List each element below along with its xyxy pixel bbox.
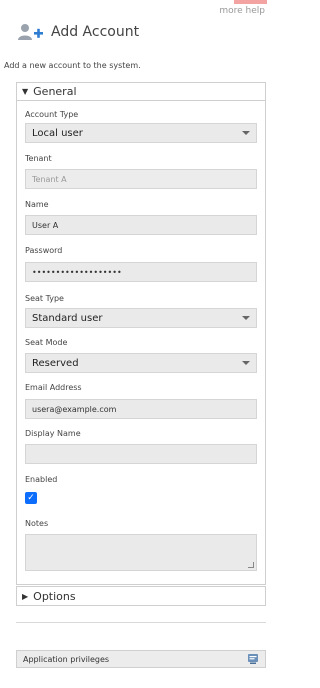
seat-type-label: Seat Type	[25, 294, 64, 303]
options-section-title: Options	[33, 589, 76, 603]
top-accent-bar	[234, 0, 267, 4]
general-section: ▼ General Account Type Local user Tenant…	[16, 82, 266, 585]
page-subtitle: Add a new account to the system.	[4, 61, 141, 70]
seat-mode-label: Seat Mode	[25, 338, 68, 347]
email-input[interactable]: usera@example.com	[25, 399, 257, 419]
seat-mode-value: Reserved	[32, 357, 79, 369]
general-section-title: General	[33, 85, 77, 98]
privileges-icon	[247, 653, 259, 665]
display-name-label: Display Name	[25, 429, 81, 438]
password-label: Password	[25, 246, 63, 255]
account-type-value: Local user	[32, 127, 83, 139]
enabled-label: Enabled	[25, 475, 58, 484]
page-title: Add Account	[51, 24, 140, 40]
email-value: usera@example.com	[32, 404, 117, 414]
account-type-select[interactable]: Local user	[25, 123, 257, 143]
application-privileges-button[interactable]: Application privileges	[16, 650, 266, 668]
notes-textarea[interactable]	[25, 534, 257, 571]
options-section-header[interactable]: ▶ Options	[17, 587, 265, 605]
caret-right-icon: ▶	[22, 591, 29, 601]
account-type-label: Account Type	[25, 110, 79, 119]
tenant-value: Tenant A	[32, 174, 67, 184]
password-input[interactable]: •••••••••••••••••••	[25, 262, 257, 282]
chevron-down-icon	[242, 361, 250, 365]
name-label: Name	[25, 200, 49, 209]
name-input[interactable]: User A	[25, 215, 257, 235]
general-section-header[interactable]: ▼ General	[17, 83, 265, 101]
options-section: ▶ Options	[16, 586, 266, 606]
checkmark-icon: ✓	[27, 492, 35, 503]
add-user-icon	[17, 23, 45, 41]
seat-type-select[interactable]: Standard user	[25, 308, 257, 328]
seat-type-value: Standard user	[32, 312, 103, 324]
chevron-down-icon	[242, 316, 250, 320]
page-header: Add Account	[17, 22, 139, 42]
password-value: •••••••••••••••••••	[32, 267, 122, 277]
application-privileges-label: Application privileges	[23, 654, 110, 664]
resize-grip-icon[interactable]	[248, 562, 254, 568]
chevron-down-icon	[242, 131, 250, 135]
caret-down-icon: ▼	[22, 87, 29, 96]
name-value: User A	[32, 220, 59, 230]
notes-label: Notes	[25, 519, 49, 528]
seat-mode-select[interactable]: Reserved	[25, 353, 257, 373]
divider	[16, 622, 266, 623]
tenant-field: Tenant A	[25, 169, 257, 189]
display-name-input[interactable]	[25, 444, 257, 464]
more-help-link[interactable]: more help	[219, 6, 265, 16]
tenant-label: Tenant	[25, 154, 52, 163]
email-label: Email Address	[25, 383, 82, 392]
enabled-checkbox[interactable]: ✓	[25, 492, 37, 504]
